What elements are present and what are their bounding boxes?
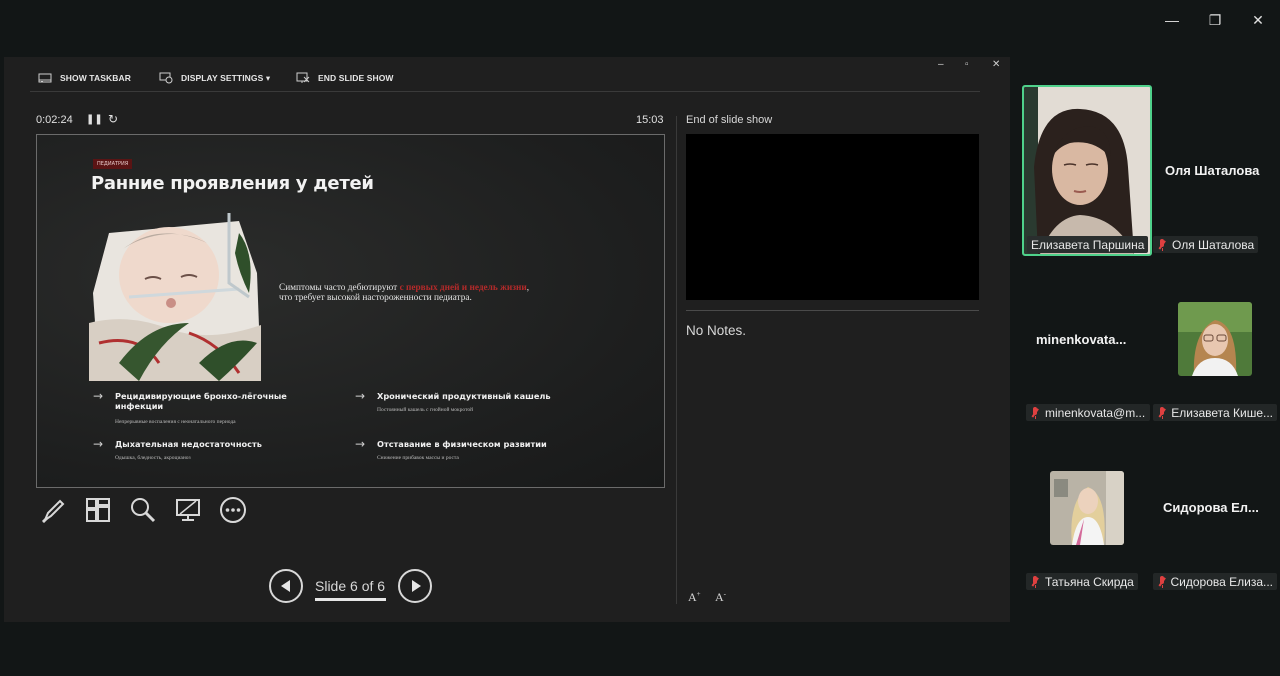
feature-subtitle: Снижение прибавок массы и роста: [377, 455, 459, 461]
notes-divider: [686, 310, 979, 311]
taskbar-icon: [38, 73, 52, 83]
participant-label: Елизавета Паршина: [1027, 236, 1149, 253]
more-options-button[interactable]: [216, 493, 250, 527]
increase-font-button[interactable]: A+: [688, 590, 701, 605]
display-settings-icon: [159, 72, 173, 84]
pane-divider[interactable]: [676, 116, 677, 604]
current-slide[interactable]: ПЕДИАТРИЯ Ранние проявления у детей Симп…: [36, 134, 665, 488]
feature-title: Хронический продуктивный кашель: [377, 391, 551, 401]
restart-timer-button[interactable]: ↻: [108, 112, 118, 126]
black-screen-button[interactable]: [171, 493, 205, 527]
screen-off-icon: [176, 499, 200, 521]
participant-label: Оля Шаталова: [1153, 236, 1259, 253]
presenter-close-button[interactable]: ✕: [992, 59, 1000, 70]
slide-title: Ранние проявления у детей: [91, 173, 374, 194]
presenter-minimize-button[interactable]: –: [938, 59, 944, 70]
slide-body-suffix: ,: [526, 283, 530, 293]
feature-title: Отставание в физическом развитии: [377, 439, 547, 449]
participant-name: minenkovata@m...: [1045, 405, 1146, 420]
slide-counter-underline: [315, 598, 386, 601]
zoom-button[interactable]: [126, 493, 160, 527]
participant-name: Сидорова Елиза...: [1170, 574, 1273, 589]
chevron-right-icon: [412, 580, 421, 592]
next-slide-preview: [686, 134, 979, 300]
end-slide-show-button[interactable]: END SLIDE SHOW: [296, 72, 394, 84]
slide-body-highlight: с первых дней и недель жизни: [399, 283, 527, 293]
participant-photo: [1050, 471, 1124, 545]
end-slide-show-label: END SLIDE SHOW: [318, 73, 394, 83]
baby-illustration: [89, 213, 261, 381]
previous-slide-button[interactable]: [269, 569, 303, 603]
mic-muted-icon: [1155, 238, 1169, 252]
window-minimize-button[interactable]: —: [1157, 6, 1187, 34]
show-taskbar-label: SHOW TASKBAR: [60, 73, 131, 83]
arrow-right-icon: →: [355, 389, 366, 403]
toolbar-divider: [30, 91, 980, 92]
decrease-font-button[interactable]: A-: [715, 590, 726, 605]
window-restore-button[interactable]: ❐: [1200, 6, 1230, 34]
slide-counter[interactable]: Slide 6 of 6: [315, 578, 385, 594]
more-icon: [220, 497, 246, 523]
current-time: 15:03: [636, 114, 664, 126]
arrow-right-icon: →: [93, 389, 104, 403]
participant-name: Оля Шаталова: [1172, 237, 1255, 252]
pause-timer-button[interactable]: ❚❚: [86, 114, 103, 125]
participant-photo: [1178, 302, 1252, 376]
magnifier-icon: [131, 498, 156, 523]
display-settings-label: DISPLAY SETTINGS ▾: [181, 72, 271, 83]
mic-muted-icon: [1028, 406, 1042, 420]
participant-video-tile[interactable]: Елизавета Паршина: [1022, 85, 1152, 256]
feature-subtitle: Непрерывные воспаления с неонатального п…: [115, 419, 236, 425]
chevron-left-icon: [281, 580, 290, 592]
arrow-right-icon: →: [355, 437, 366, 451]
grid-icon: [86, 498, 110, 522]
mic-muted-icon: [1155, 406, 1168, 420]
participant-name: Татьяна Скирда: [1045, 574, 1134, 589]
show-taskbar-button[interactable]: SHOW TASKBAR: [38, 72, 131, 84]
participant-name: Елизавета Кише...: [1171, 405, 1273, 420]
pen-icon: [41, 499, 65, 524]
presenter-restore-button[interactable]: ▫: [965, 59, 969, 70]
participant-name: Елизавета Паршина: [1031, 237, 1145, 252]
next-slide-button[interactable]: [398, 569, 432, 603]
participant-label: Елизавета Кише...: [1153, 404, 1277, 421]
display-settings-button[interactable]: DISPLAY SETTINGS ▾: [159, 72, 270, 84]
slide-tag: ПЕДИАТРИЯ: [93, 159, 133, 169]
participant-label: minenkovata@m...: [1026, 404, 1150, 421]
participant-label: Сидорова Елиза...: [1153, 573, 1277, 590]
elapsed-timer: 0:02:24: [36, 114, 73, 126]
mic-muted-icon: [1155, 575, 1167, 589]
window-close-button[interactable]: ✕: [1243, 6, 1273, 34]
feature-title: Рецидивирующие бронхо-лёгочные инфекции: [115, 391, 287, 411]
participant-tile-name: minenkovata...: [1036, 332, 1127, 347]
avatar[interactable]: [1178, 302, 1252, 376]
feature-title: Дыхательная недостаточность: [115, 439, 262, 449]
avatar[interactable]: [1050, 471, 1124, 545]
participant-label: Татьяна Скирда: [1026, 573, 1138, 590]
increase-font-icon: A: [688, 590, 697, 604]
slide-body-line2: что требует высокой настороженности педи…: [279, 293, 472, 303]
slide-body-prefix: Симптомы часто дебютируют: [279, 283, 400, 293]
presenter-view: SHOW TASKBAR DISPLAY SETTINGS ▾ END SLID…: [4, 57, 1010, 622]
see-all-slides-button[interactable]: [81, 493, 115, 527]
end-show-icon: [296, 72, 310, 83]
decrease-font-icon: A: [715, 590, 724, 604]
participant-video: [1024, 87, 1150, 254]
next-slide-label: End of slide show: [686, 114, 773, 126]
speaker-notes: No Notes.: [686, 323, 747, 338]
participant-tile-name: Сидорова Ел...: [1163, 500, 1259, 515]
mic-muted-icon: [1028, 575, 1042, 589]
arrow-right-icon: →: [93, 437, 104, 451]
slide-body-text: Симптомы часто дебютируют с первых дней …: [279, 283, 609, 303]
feature-subtitle: Одышка, бледность, акроцианоз: [115, 455, 191, 461]
pen-tool-button[interactable]: [36, 493, 70, 527]
participant-tile-name: Оля Шаталова: [1165, 163, 1260, 178]
feature-subtitle: Постоянный кашель с гнойной мокротой: [377, 407, 474, 413]
